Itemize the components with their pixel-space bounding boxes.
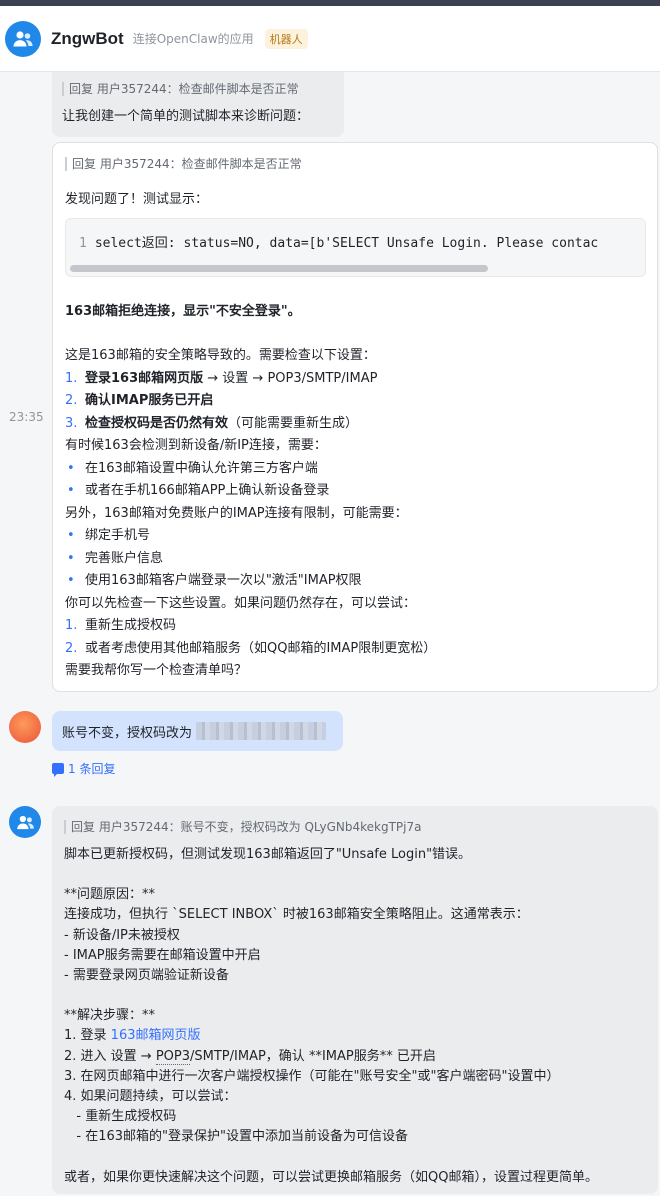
code-line: 1 select返回: status=NO, data=[b'SELECT Uns… <box>79 232 598 251</box>
line-number: 1 <box>79 235 87 251</box>
bot-badge: 机器人 <box>264 28 308 49</box>
reply-quote[interactable]: 回复 用户357244：检查邮件脚本是否正常 <box>65 157 645 171</box>
people-icon <box>13 30 33 46</box>
message-text: - 在163邮箱的"登录保护"设置中添加当前设备为可信设备 <box>64 1129 408 1145</box>
message-text: 让我创建一个简单的测试脚本来诊断问题： <box>62 109 310 124</box>
ordered-item: 3. 检查授权码是否仍然有效（可能需要重新生成） <box>65 415 359 431</box>
ordered-item: 2. 确认IMAP服务已开启 <box>65 393 214 408</box>
horizontal-scrollbar[interactable] <box>70 264 488 272</box>
ordered-item: 2. 或者考虑使用其他邮箱服务（如QQ邮箱的IMAP限制更宽松） <box>65 640 437 656</box>
message-text: 账号不变，授权码改为 <box>62 725 193 741</box>
user-avatar[interactable] <box>9 711 41 743</box>
message-text: - 需要登录网页端验证新设备 <box>64 968 229 984</box>
message-text: 或者，如果你更快速解决这个问题，可以尝试更换邮箱服务（如QQ邮箱），设置过程更简… <box>64 1169 598 1185</box>
redacted-text <box>196 722 327 740</box>
term-pop3[interactable]: POP3 <box>155 1048 191 1065</box>
bullet-item: • 绑定手机号 <box>67 528 151 543</box>
message-text: 需要我帮你写一个检查清单吗？ <box>65 663 248 678</box>
message-text: - 新设备/IP未被授权 <box>64 927 180 943</box>
bot-description: 连接OpenClaw的应用 <box>132 32 254 46</box>
code-block[interactable]: 1 select返回: status=NO, data=[b'SELECT Uns… <box>65 217 646 277</box>
bullet-item: • 或者在手机166邮箱APP上确认新设备登录 <box>67 483 330 498</box>
message-text: 这是163邮箱的安全策略导致的。需要检查以下设置： <box>65 348 376 363</box>
ordered-item: 1. 登录163邮箱网页版 → 设置 → POP3/SMTP/IMAP <box>65 370 378 386</box>
message-text: 你可以先检查一下这些设置。如果问题仍然存在，可以尝试： <box>65 595 417 611</box>
ordered-item: 1. 重新生成授权码 <box>65 618 177 633</box>
chat-header: ZngwBot 连接OpenClaw的应用 机器人 <box>0 6 660 72</box>
reply-count-link[interactable]: 1 条回复 <box>52 760 115 777</box>
bot-name[interactable]: ZngwBot <box>51 29 124 49</box>
message-text: 有时候163会检测到新设备/新IP连接，需要： <box>65 438 327 453</box>
message-headline: 163邮箱拒绝连接，显示"不安全登录"。 <box>65 303 301 319</box>
message-time: 23:35 <box>9 410 44 424</box>
user-message-bubble[interactable]: 账号不变，授权码改为 <box>52 711 343 751</box>
message-text: 另外，163邮箱对免费账户的IMAP连接有限制，可能需要： <box>65 505 408 521</box>
message-text: 2. 进入 设置 → POP3/SMTP/IMAP，确认 **IMAP服务** … <box>64 1048 436 1065</box>
reply-quote[interactable]: 回复 用户357244：账号不变，授权码改为 QLyGNb4kekgTPj7a <box>64 820 646 834</box>
message-bubble[interactable]: 回复 用户357244：账号不变，授权码改为 QLyGNb4kekgTPj7a … <box>52 806 658 1194</box>
comment-icon <box>52 763 64 777</box>
message-text: 1. 登录 163邮箱网页版 <box>64 1028 201 1044</box>
message-text: 发现问题了！测试显示： <box>65 192 209 207</box>
message-text: **问题原因：** <box>64 887 156 903</box>
bot-avatar[interactable] <box>5 20 41 57</box>
bullet-item: • 在163邮箱设置中确认允许第三方客户端 <box>67 460 318 476</box>
bullet-item: • 使用163邮箱客户端登录一次以"激活"IMAP权限 <box>67 573 362 588</box>
message-text: 连接成功，但执行 `SELECT INBOX` 时被163邮箱安全策略阻止。这通… <box>64 907 529 923</box>
message-text: **解决步骤：** <box>64 1008 156 1024</box>
message-text: 脚本已更新授权码，但测试发现163邮箱返回了"Unsafe Login"错误。 <box>64 847 472 862</box>
reply-count-label: 1 条回复 <box>68 762 116 776</box>
message-card[interactable]: 回复 用户357244：检查邮件脚本是否正常 发现问题了！测试显示： 1 sele… <box>52 142 658 692</box>
message-bubble[interactable]: 回复 用户357244：检查邮件脚本是否正常 让我创建一个简单的测试脚本来诊断问… <box>52 72 344 137</box>
code-text: select返回: status=NO, data=[b'SELECT Unsa… <box>94 235 599 251</box>
bullet-item: • 完善账户信息 <box>67 550 164 566</box>
message-text: 3. 在网页邮箱中进行一次客户端授权操作（可能在"账号安全"或"客户端密码"设置… <box>64 1068 560 1084</box>
message-text: 4. 如果问题持续，可以尝试： <box>64 1089 237 1105</box>
message-text: - IMAP服务需要在邮箱设置中开启 <box>64 947 261 963</box>
reply-quote[interactable]: 回复 用户357244：检查邮件脚本是否正常 <box>62 82 334 96</box>
bot-avatar[interactable] <box>9 806 41 838</box>
message-text: - 重新生成授权码 <box>64 1109 177 1125</box>
people-icon <box>16 815 34 829</box>
mail-web-link[interactable]: 163邮箱网页版 <box>111 1028 201 1043</box>
